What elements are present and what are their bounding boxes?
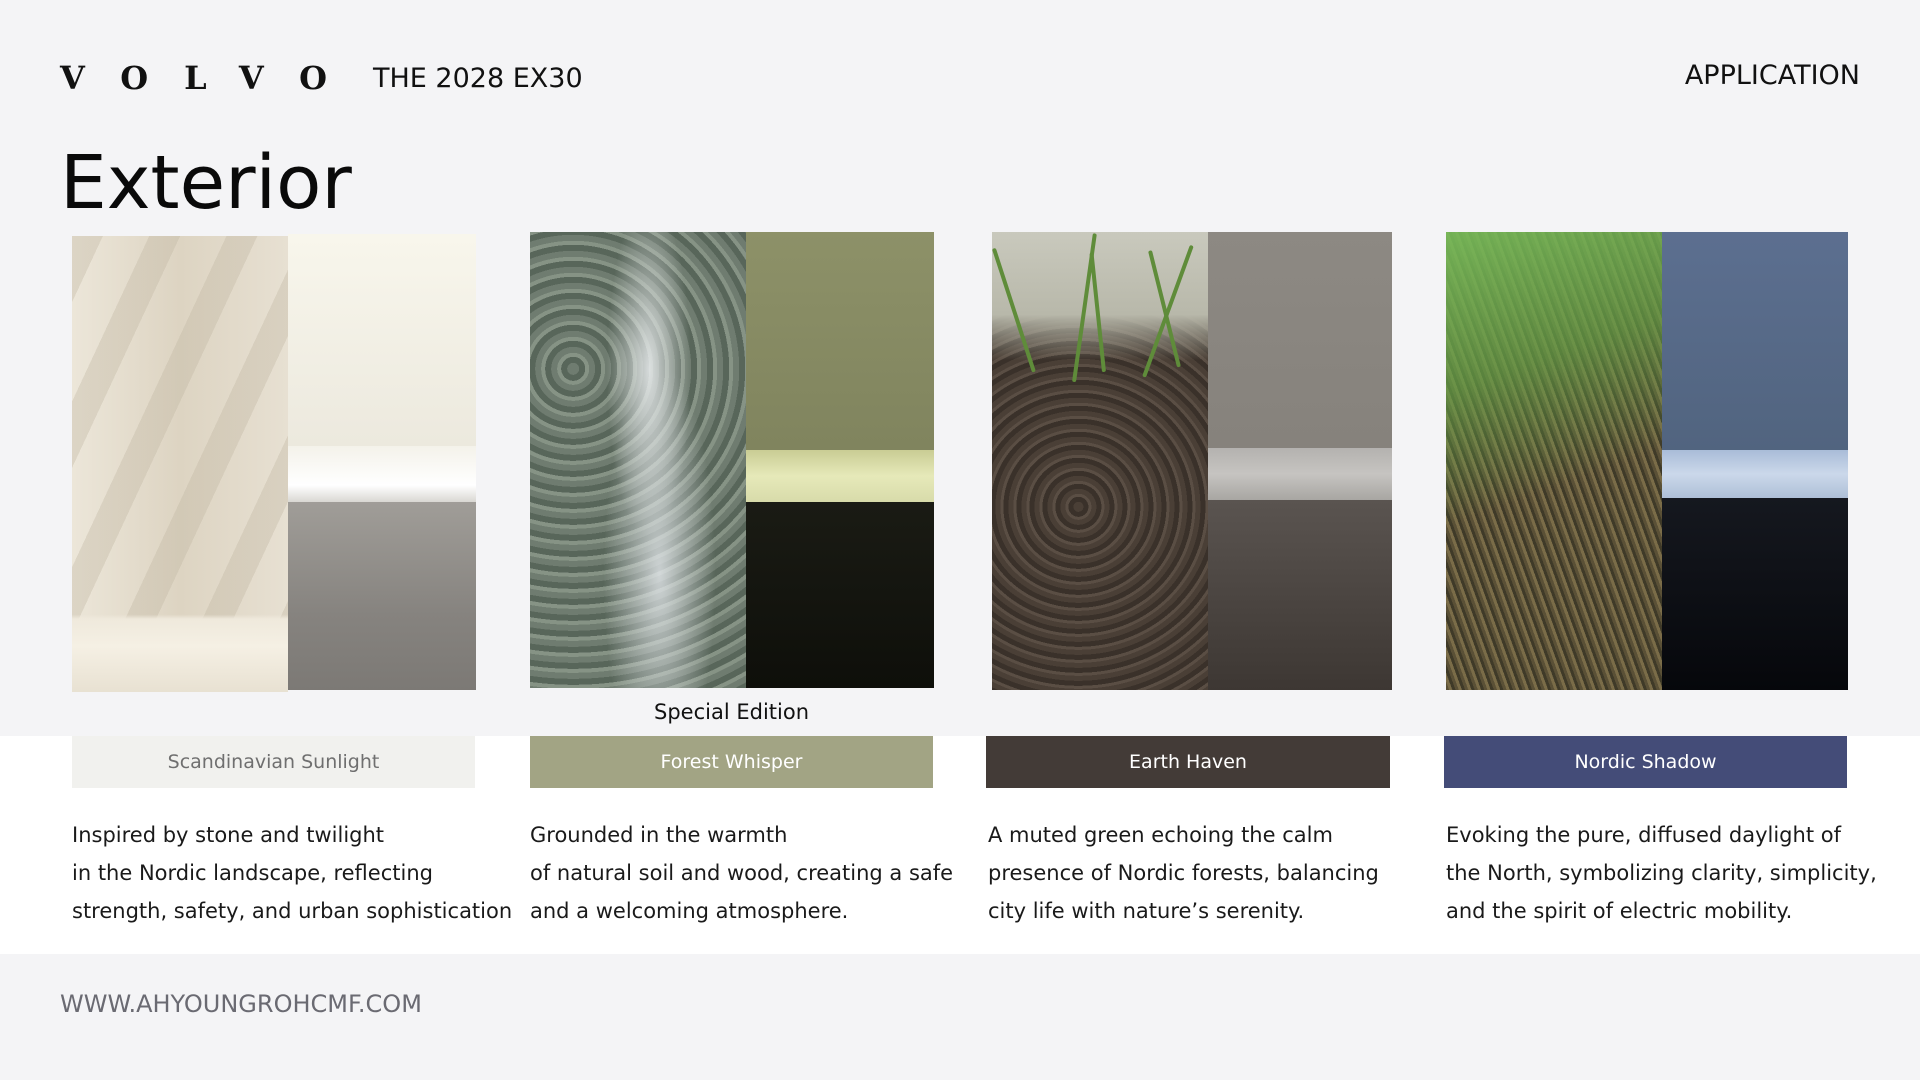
color-name-label: Forest Whisper [530, 736, 933, 788]
swatch-top [1662, 232, 1848, 450]
color-description: Evoking the pure, diffused daylight of t… [1446, 823, 1877, 923]
edition-label: Special Edition [654, 700, 809, 724]
color-description: Grounded in the warmth of natural soil a… [530, 823, 954, 923]
mood-image-soil [992, 232, 1208, 690]
mood-image-forest [530, 232, 746, 688]
color-swatch [1208, 232, 1392, 690]
swatch-highlight [746, 450, 934, 502]
page-title: Exterior [60, 140, 352, 226]
swatch-bottom [746, 502, 934, 688]
swatch-bottom [1662, 498, 1848, 690]
color-description: Inspired by stone and twilight in the No… [72, 823, 513, 923]
grass-blade [1089, 252, 1106, 373]
section-label: APPLICATION [1684, 60, 1860, 91]
color-swatch [1662, 232, 1848, 690]
swatch-highlight [288, 446, 476, 502]
color-swatch [288, 234, 476, 690]
brand-logo: VOLVO [60, 59, 363, 97]
header: VOLVO THE 2028 EX30 APPLICATION [60, 59, 1860, 97]
swatch-bottom [288, 502, 476, 690]
swatch-top [1208, 232, 1392, 448]
mood-image-sunlight [72, 236, 288, 692]
color-swatch [746, 232, 934, 688]
mood-image-grass [1446, 232, 1662, 690]
swatch-top [288, 234, 476, 446]
color-name-label: Nordic Shadow [1444, 736, 1847, 788]
swatch-highlight [1208, 448, 1392, 500]
swatch-bottom [1208, 500, 1392, 690]
color-name-label: Earth Haven [986, 736, 1390, 788]
grass-blade [1142, 244, 1194, 378]
color-description: A muted green echoing the calm presence … [988, 823, 1379, 923]
grass-blade [992, 247, 1036, 373]
model-title: THE 2028 EX30 [372, 62, 583, 94]
color-name-label: Scandinavian Sunlight [72, 736, 475, 788]
website-url: WWW.AHYOUNGROHCMF.COM [60, 990, 422, 1018]
swatch-top [746, 232, 934, 450]
swatch-highlight [1662, 450, 1848, 498]
